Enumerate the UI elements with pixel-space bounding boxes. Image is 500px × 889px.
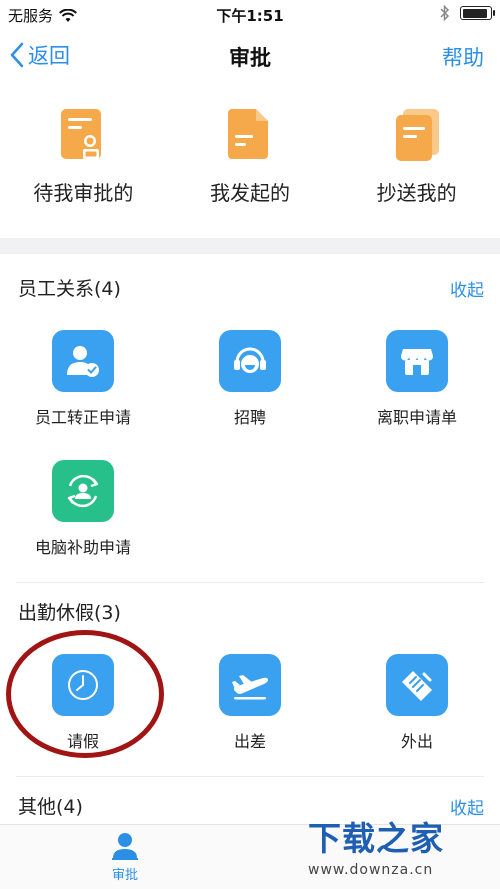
approval-item-resignation[interactable]: 离职申请单 (334, 330, 500, 428)
watermark-url: www.downza.cn (308, 862, 434, 878)
section-gap (0, 238, 500, 254)
quick-action-initiated[interactable]: 我发起的 (167, 105, 334, 235)
quick-action-cc[interactable]: 抄送我的 (333, 105, 500, 235)
quick-action-label: 我发起的 (210, 181, 290, 205)
approval-item-business-trip[interactable]: 出差 (167, 654, 333, 752)
approval-item-label: 电脑补助申请 (34, 538, 131, 557)
approval-item-employee-regularization[interactable]: 员工转正申请 (0, 330, 166, 428)
section-divider (16, 776, 484, 777)
approval-item-label: 请假 (66, 732, 99, 751)
quick-actions: 待我审批的 我发起的 抄送我的 (0, 105, 500, 235)
approval-item-label: 离职申请单 (376, 408, 457, 427)
computer-subsidy-icon (52, 460, 114, 522)
back-button[interactable]: 返回 (10, 40, 70, 70)
approval-item-label: 外出 (400, 732, 433, 751)
approval-item-outing[interactable]: 外出 (334, 654, 500, 752)
employee-regularization-icon (52, 330, 114, 392)
approval-item-label: 招聘 (233, 408, 266, 427)
approval-pending-icon (61, 109, 102, 159)
initiated-document-icon (228, 109, 268, 159)
business-trip-plane-icon (219, 654, 281, 716)
status-right (440, 5, 495, 21)
cc-documents-icon (395, 109, 439, 161)
battery-icon (460, 6, 495, 20)
approval-item-computer-subsidy[interactable]: 电脑补助申请 (0, 460, 166, 558)
section-header-employee-relations: 员工关系(4) 收起 (0, 266, 500, 306)
approval-item-label: 员工转正申请 (34, 408, 131, 427)
approval-item-recruitment[interactable]: 招聘 (167, 330, 333, 428)
collapse-button[interactable]: 收起 (450, 276, 484, 301)
navigation-bar: 返回 审批 帮助 (0, 30, 500, 86)
person-icon (112, 833, 138, 860)
quick-action-pending-approval[interactable]: 待我审批的 (0, 105, 167, 235)
status-bar: 无服务 下午1:51 (0, 0, 500, 30)
section-title: 其他(4) (18, 796, 83, 818)
approval-item-label: 出差 (233, 732, 266, 751)
approval-item-leave[interactable]: 请假 (0, 654, 166, 752)
battery-fill (462, 8, 487, 18)
page-title: 审批 (229, 46, 271, 70)
quick-action-label: 待我审批的 (33, 181, 134, 205)
back-label: 返回 (28, 44, 70, 68)
recruitment-headset-icon (219, 330, 281, 392)
section-title: 出勤休假(3) (18, 602, 121, 624)
leave-clock-icon (52, 654, 114, 716)
bluetooth-icon (440, 5, 450, 21)
quick-action-label: 抄送我的 (376, 181, 457, 205)
tab-label: 审批 (111, 868, 138, 883)
status-time: 下午1:51 (216, 7, 284, 25)
section-header-attendance-leave: 出勤休假(3) (0, 590, 500, 630)
help-button[interactable]: 帮助 (442, 42, 484, 72)
tab-approval[interactable]: 审批 (95, 831, 155, 883)
section-title: 员工关系(4) (18, 278, 121, 300)
section-divider (16, 582, 484, 583)
watermark-main: 下载之家 (308, 819, 444, 858)
watermark: 下载之家 www.downza.cn (308, 812, 478, 884)
outing-handshake-icon (386, 654, 448, 716)
chevron-left-icon (10, 42, 24, 68)
resignation-store-icon (386, 330, 448, 392)
